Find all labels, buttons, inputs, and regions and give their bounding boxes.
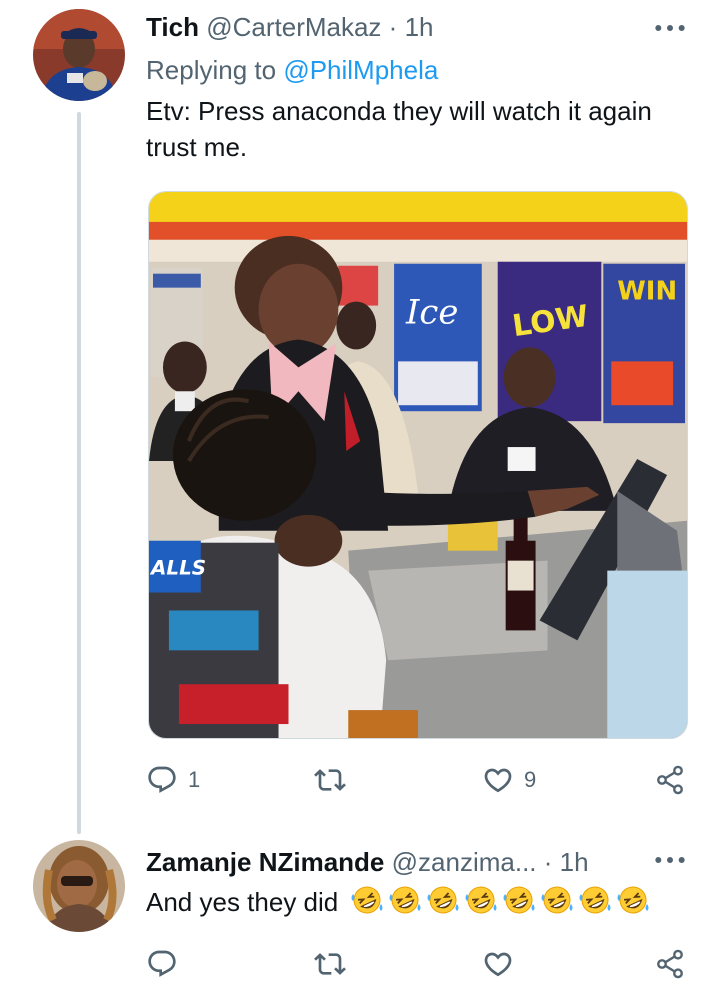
- heart-icon: [484, 952, 512, 977]
- avatar-photo: [33, 840, 125, 932]
- header-separator: ·: [388, 12, 398, 42]
- reply-author-handle[interactable]: @zanzima...: [392, 847, 537, 877]
- reply-retweet-button[interactable]: [314, 944, 346, 984]
- rolling-on-floor-laughing-emoji: [389, 886, 421, 914]
- author-name[interactable]: Tich: [146, 12, 199, 42]
- rolling-on-floor-laughing-emoji: [617, 886, 649, 914]
- reply-text: And yes they did: [146, 887, 339, 917]
- tweet-media-image[interactable]: Ice LOW WIN ALLS: [148, 191, 688, 739]
- halls-text: ALLS: [149, 557, 206, 580]
- reply-header: Zamanje NZimande @zanzima... · 1h: [146, 846, 589, 878]
- rolling-on-floor-laughing-emoji: [541, 886, 573, 914]
- replying-prefix: Replying to: [146, 55, 277, 85]
- retweet-icon: [314, 769, 346, 791]
- reply-author-name[interactable]: Zamanje NZimande: [146, 847, 384, 877]
- author-avatar[interactable]: [33, 9, 125, 101]
- poster-win-text: WIN: [617, 277, 677, 307]
- rolling-on-floor-laughing-emoji: [427, 886, 459, 914]
- rolling-on-floor-laughing-emoji: [503, 886, 535, 914]
- tweet-header: Tich @CarterMakaz · 1h: [146, 11, 434, 43]
- share-icon: [657, 765, 683, 795]
- more-dots-icon: [655, 25, 685, 31]
- reply-button[interactable]: 1: [146, 760, 200, 800]
- heart-icon: [484, 768, 512, 793]
- like-button[interactable]: 9: [482, 760, 536, 800]
- reply-icon: [148, 950, 176, 977]
- supermarket-photo: Ice LOW WIN ALLS: [149, 192, 687, 738]
- avatar-photo: [33, 9, 125, 101]
- reply-timestamp[interactable]: 1h: [560, 847, 589, 877]
- more-dots-icon: [655, 857, 685, 863]
- reply-actions: [146, 944, 692, 984]
- reply-like-button[interactable]: [482, 944, 514, 984]
- retweet-button[interactable]: [314, 760, 356, 800]
- reply-header-separator: ·: [543, 847, 553, 877]
- reply-text-line: And yes they did: [146, 884, 666, 920]
- tweet-text: Etv: Press anaconda they will watch it a…: [146, 96, 652, 162]
- reply-reply-button[interactable]: [146, 944, 178, 984]
- more-options-button[interactable]: [650, 12, 690, 44]
- share-button[interactable]: [654, 760, 686, 800]
- reply-count: 1: [188, 767, 201, 792]
- reply-share-button[interactable]: [654, 944, 686, 984]
- retweet-icon: [314, 953, 346, 975]
- replying-to-line: Replying to @PhilMphela: [146, 54, 438, 86]
- rolling-on-floor-laughing-emoji: [465, 886, 497, 914]
- thread-connector-line: [77, 112, 81, 834]
- rolling-on-floor-laughing-emoji: [579, 886, 611, 914]
- reply-more-options-button[interactable]: [650, 844, 690, 876]
- poster-ice-text: Ice: [405, 293, 458, 332]
- tweet-timestamp[interactable]: 1h: [405, 12, 434, 42]
- author-handle[interactable]: @CarterMakaz: [206, 12, 381, 42]
- reply-icon: [148, 766, 176, 793]
- like-count: 9: [524, 767, 537, 792]
- rolling-on-floor-laughing-emoji: [351, 886, 383, 914]
- emoji-row: [349, 884, 651, 916]
- tweet-actions: 1 9: [146, 760, 692, 800]
- reply-author-avatar[interactable]: [33, 840, 125, 932]
- replying-to-mention[interactable]: @PhilMphela: [283, 55, 438, 85]
- share-icon: [657, 949, 683, 979]
